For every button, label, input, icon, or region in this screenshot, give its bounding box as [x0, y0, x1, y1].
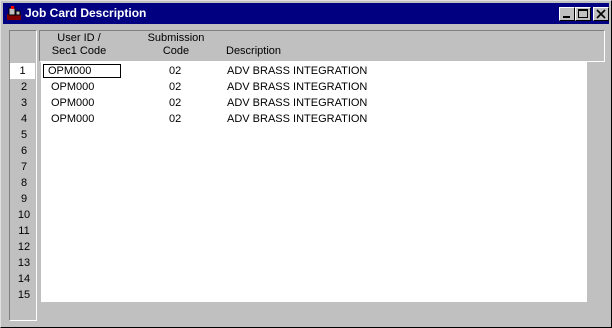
row-number[interactable]: 7 — [11, 159, 37, 175]
column-header-line: User ID / — [57, 32, 101, 44]
row-number[interactable]: 1 — [10, 63, 35, 79]
cell-description[interactable]: ADV BRASS INTEGRATION — [227, 95, 367, 111]
row-number[interactable]: 4 — [11, 111, 37, 127]
cell-description[interactable]: ADV BRASS INTEGRATION — [227, 63, 367, 79]
horizontal-scroll-area[interactable] — [41, 302, 603, 320]
job-card-window: Job Card Description User ID / Sec1 Code… — [0, 0, 612, 328]
vertical-scroll-area[interactable] — [587, 62, 603, 302]
row-number[interactable]: 15 — [11, 287, 37, 303]
column-header: User ID / Sec1 Code Submission Code Desc… — [39, 30, 605, 62]
row-number[interactable]: 13 — [11, 255, 37, 271]
column-header-line: Code — [162, 45, 190, 57]
row-number[interactable]: 6 — [11, 143, 37, 159]
minimize-button[interactable] — [559, 7, 575, 21]
cell-user-id[interactable]: OPM000 — [51, 111, 94, 127]
cell-description[interactable]: ADV BRASS INTEGRATION — [227, 79, 367, 95]
title-bar[interactable]: Job Card Description — [3, 3, 609, 24]
row-number[interactable]: 9 — [11, 191, 37, 207]
close-icon — [596, 9, 606, 19]
cell-submission-code[interactable]: 02 — [169, 111, 181, 127]
column-header-line: Submission — [147, 32, 205, 44]
column-header-line: Description — [226, 45, 282, 57]
close-button[interactable] — [593, 7, 609, 21]
cell-description[interactable]: ADV BRASS INTEGRATION — [227, 111, 367, 127]
cell-user-id[interactable]: OPM000 — [51, 79, 94, 95]
row-number[interactable]: 3 — [11, 95, 37, 111]
row-number[interactable]: 14 — [11, 271, 37, 287]
column-header-line: Sec1 Code — [51, 45, 107, 57]
column-header-user-id[interactable]: User ID / Sec1 Code — [44, 32, 114, 58]
row-number[interactable]: 5 — [11, 127, 37, 143]
app-icon[interactable] — [6, 5, 22, 21]
cell-user-id[interactable]: OPM000 — [51, 95, 94, 111]
window-title: Job Card Description — [25, 6, 147, 20]
row-number[interactable]: 2 — [11, 79, 37, 95]
cell-user-id[interactable]: OPM000 — [48, 63, 91, 79]
cell-submission-code[interactable]: 02 — [169, 79, 181, 95]
row-number[interactable]: 12 — [11, 239, 37, 255]
minimize-icon — [563, 16, 570, 18]
row-number[interactable]: 10 — [11, 207, 37, 223]
column-header-description[interactable]: Description — [226, 45, 286, 58]
maximize-button[interactable] — [575, 7, 591, 21]
row-number[interactable]: 8 — [11, 175, 37, 191]
maximize-icon — [578, 9, 588, 18]
row-number[interactable]: 11 — [11, 223, 37, 239]
cell-submission-code[interactable]: 02 — [169, 63, 181, 79]
column-header-submission-code[interactable]: Submission Code — [140, 32, 212, 58]
cell-submission-code[interactable]: 02 — [169, 95, 181, 111]
